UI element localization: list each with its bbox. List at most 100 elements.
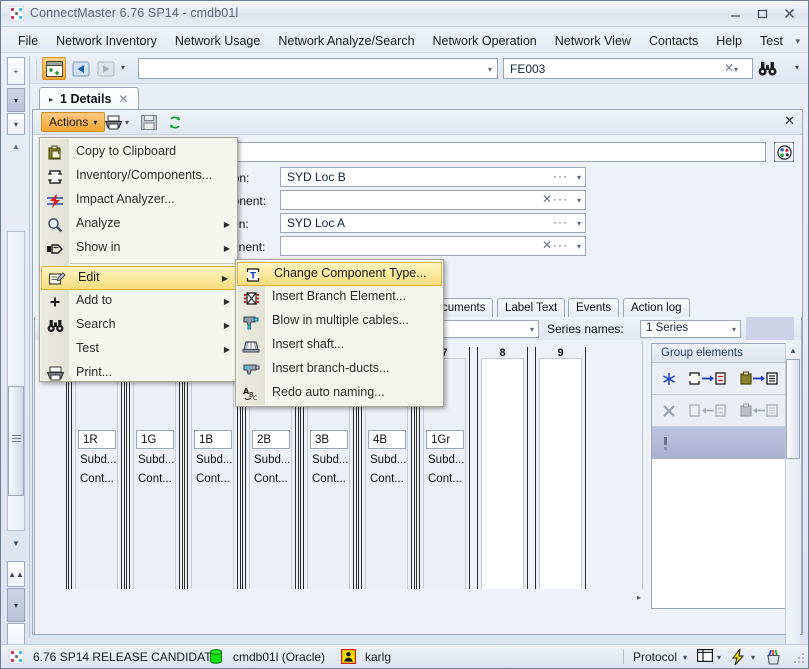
diagram-cell[interactable]: 8 [477, 347, 533, 597]
menu-item-inventory-components[interactable]: Inventory/Components... [40, 165, 237, 189]
dock-scroll-down-button[interactable]: ▾ [7, 88, 25, 112]
chevron-down-icon[interactable]: ▾ [734, 65, 738, 74]
submenu-item-insert-shaft[interactable]: Insert shaft... [236, 334, 443, 358]
menu-network-analyze-search[interactable]: Network Analyze/Search [269, 31, 423, 51]
document-close-icon[interactable]: ✕ [784, 113, 795, 129]
printer-icon[interactable] [103, 113, 123, 132]
bolt-chevron-down-icon[interactable]: ▾ [751, 653, 755, 662]
scroll-thumb[interactable] [786, 359, 800, 459]
menu-contacts[interactable]: Contacts [640, 31, 707, 51]
find-chevron-down-icon[interactable]: ▾ [795, 63, 799, 72]
protocol-label[interactable]: Protocol [633, 650, 677, 664]
z-component-field[interactable]: ✕ ··· ▾ [280, 236, 586, 256]
group-elements-row-3[interactable] [652, 427, 794, 459]
menu-item-print[interactable]: Print... [40, 362, 237, 386]
refresh-icon[interactable] [165, 113, 185, 132]
tab-close-icon[interactable]: ✕ [118, 92, 128, 106]
print-chevron-down-icon[interactable]: ▾ [125, 118, 129, 127]
tab-1-details[interactable]: ▸ 1 Details ✕ [39, 87, 139, 110]
submenu-item-insert-branch-ducts[interactable]: Insert branch-ducts... [236, 358, 443, 382]
submenu-item-insert-branch-element[interactable]: Insert Branch Element... [236, 286, 443, 310]
color-palette-icon[interactable] [774, 142, 794, 162]
cell-tag[interactable]: 1B [194, 430, 232, 449]
dock-collapse-icon[interactable]: ▲▲ [7, 561, 25, 587]
a-location-field[interactable]: SYD Loc B ··· ▾ [280, 167, 586, 187]
menu-help[interactable]: Help [707, 31, 751, 51]
menu-network-view[interactable]: Network View [546, 31, 640, 51]
menu-item-copy-to-clipboard[interactable]: Copy to Clipboard [40, 141, 237, 165]
chevron-down-icon[interactable]: ▾ [577, 196, 581, 205]
menu-item-test[interactable]: Test ▶ [40, 338, 237, 362]
z-location-browse-icon[interactable]: ··· [553, 215, 568, 229]
component-to-list-icon[interactable] [689, 371, 727, 386]
menu-network-inventory[interactable]: Network Inventory [47, 31, 166, 51]
tab-events[interactable]: Events [568, 298, 620, 317]
panel-left-combo[interactable]: ▾ [443, 320, 539, 338]
find-binoculars-icon[interactable] [755, 58, 780, 80]
menu-item-show-in[interactable]: Show in ▶ [40, 237, 237, 261]
back-arrow-icon[interactable] [69, 57, 93, 80]
chevron-down-icon[interactable]: ▾ [577, 173, 581, 182]
clipboard-to-list-icon[interactable] [740, 371, 778, 386]
dock-scroll-up-icon[interactable]: ▲ [7, 138, 25, 154]
submenu-item-redo-auto-naming[interactable]: A B C Redo auto naming... [236, 382, 443, 406]
submenu-item-change-component-type[interactable]: T Change Component Type... [237, 262, 442, 286]
chevron-down-icon[interactable]: ▾ [732, 325, 736, 334]
forward-arrow-icon[interactable] [94, 57, 118, 80]
cell-tag[interactable]: 1Gr [426, 430, 464, 449]
a-component-browse-icon[interactable]: ··· [553, 192, 568, 206]
actions-button[interactable]: Actions ▾ [41, 112, 106, 132]
snowflake-icon[interactable] [662, 372, 676, 386]
toolbar-chevron-down-icon[interactable]: ▾ [121, 63, 125, 72]
chevron-down-icon[interactable]: ▾ [577, 242, 581, 251]
a-location-browse-icon[interactable]: ··· [553, 169, 568, 183]
tab-action-log[interactable]: Action log [623, 298, 690, 317]
cell-box-8[interactable]: 8 [477, 347, 528, 597]
diagram-horizontal-scrollbar[interactable]: ▸ [62, 589, 643, 609]
resize-grip[interactable] [793, 653, 805, 665]
diagram-cell[interactable]: 9 [535, 347, 591, 597]
new-object-icon[interactable] [42, 57, 66, 80]
series-names-combo[interactable]: 1 Series ▾ [640, 320, 741, 338]
minimize-icon[interactable] [723, 4, 748, 22]
tab-expander-icon[interactable]: ▸ [49, 95, 53, 104]
scroll-right-icon[interactable]: ▸ [637, 593, 641, 602]
search-clear-icon[interactable]: ✕ [724, 61, 734, 75]
menu-test[interactable]: Test [751, 31, 792, 51]
history-combo[interactable]: ▾ [138, 58, 498, 79]
menu-network-operation[interactable]: Network Operation [424, 31, 546, 51]
z-component-browse-icon[interactable]: ··· [553, 238, 568, 252]
chevron-down-icon[interactable]: ▾ [488, 65, 492, 74]
pen-cup-icon[interactable] [765, 649, 782, 665]
cell-tag[interactable]: 2B [252, 430, 290, 449]
chevron-down-icon[interactable]: ▾ [577, 219, 581, 228]
menu-item-search[interactable]: Search ▶ [40, 314, 237, 338]
window-layout-icon[interactable] [697, 649, 713, 662]
protocol-chevron-down-icon[interactable]: ▾ [683, 653, 687, 662]
dock-bottom-button[interactable] [7, 623, 25, 645]
z-location-field[interactable]: SYD Loc A ··· ▾ [280, 213, 586, 233]
clear-icon[interactable]: ✕ [542, 192, 552, 206]
a-component-field[interactable]: ✕ ··· ▾ [280, 190, 586, 210]
dock-scroll-down-icon[interactable]: ▼ [7, 534, 25, 552]
menu-network-usage[interactable]: Network Usage [166, 31, 269, 51]
tab-label-text[interactable]: Label Text [497, 298, 566, 317]
dock-expand-plus-icon[interactable]: + [7, 57, 25, 85]
cell-tag[interactable]: 4B [368, 430, 406, 449]
close-icon[interactable] [777, 4, 802, 22]
submenu-item-blow-in-multiple-cables[interactable]: Blow in multiple cables... [236, 310, 443, 334]
layout-chevron-down-icon[interactable]: ▾ [717, 653, 721, 662]
dock-pin-icon[interactable]: ▾ [7, 588, 25, 622]
menu-item-analyze[interactable]: Analyze ▶ [40, 213, 237, 237]
menu-overflow-chevron-down-icon[interactable]: ▾ [795, 36, 800, 47]
cell-tag[interactable]: 1G [136, 430, 174, 449]
cell-tag[interactable]: 1R [78, 430, 116, 449]
exclamation-icon[interactable] [662, 436, 669, 451]
left-dock-scroll-thumb[interactable] [8, 386, 24, 496]
cell-box-9[interactable]: 9 [535, 347, 586, 597]
search-combo[interactable]: FE003 ✕ ▾ [503, 58, 753, 79]
menu-item-add-to[interactable]: Add to ▶ [40, 290, 237, 314]
menu-item-edit[interactable]: Edit ▶ [41, 266, 236, 290]
chevron-down-icon[interactable]: ▾ [530, 325, 534, 334]
dock-scroll-down-button-2[interactable]: ▾ [7, 113, 25, 135]
